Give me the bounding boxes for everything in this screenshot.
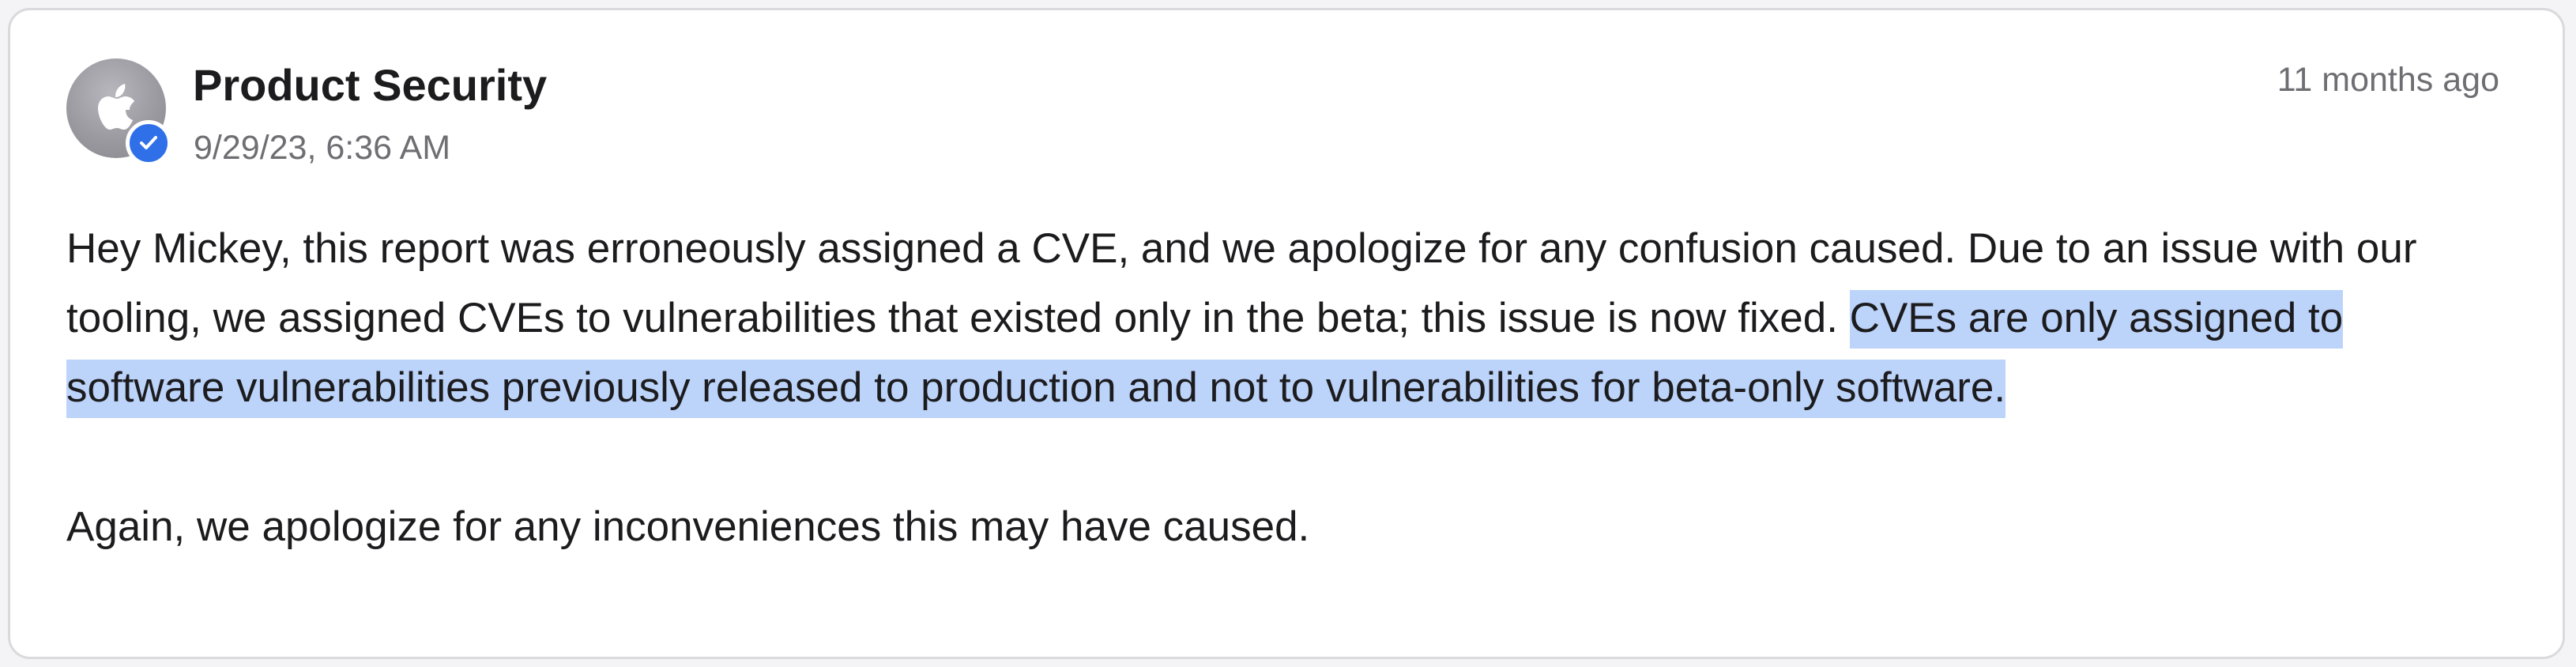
comment-body: Hey Mickey, this report was erroneously … [66, 214, 2508, 562]
verified-badge [126, 120, 171, 166]
checkmark-icon [140, 136, 157, 149]
comment-card: Product Security 9/29/23, 6:36 AM 11 mon… [8, 8, 2565, 659]
author-name[interactable]: Product Security [193, 59, 547, 111]
comment-paragraph: Hey Mickey, this report was erroneously … [66, 214, 2508, 423]
comment-paragraph: Again, we apologize for any inconvenienc… [66, 503, 1310, 550]
comment-timestamp: 9/29/23, 6:36 AM [194, 129, 451, 167]
relative-time[interactable]: 11 months ago [2277, 61, 2499, 100]
